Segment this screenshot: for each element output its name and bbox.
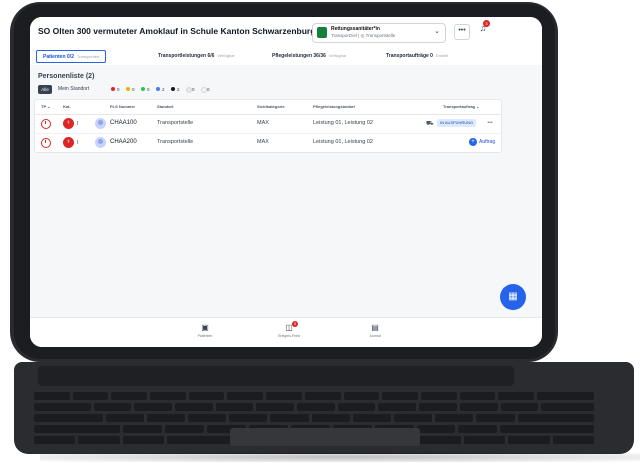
filter-count: 0 bbox=[207, 87, 210, 92]
filter-dot-yellow[interactable] bbox=[126, 87, 130, 91]
briefcase-icon: ▣ bbox=[201, 323, 209, 332]
filter-own-location[interactable]: Mein Standort bbox=[58, 85, 89, 94]
filter-count: 0 bbox=[147, 87, 150, 92]
shadow bbox=[40, 452, 640, 462]
filter-bar: Alle Mein Standort 0 0 0 2 2 0 0 bbox=[38, 85, 338, 95]
tab-label: Patienten 0/2 bbox=[43, 54, 74, 60]
col-pls: PLS Nummer bbox=[110, 104, 136, 109]
truck-icon: ⛟ bbox=[426, 121, 434, 127]
nav-journal[interactable]: ▤ Journal bbox=[350, 323, 400, 338]
status-badge: IN AUSFÜHRUNG bbox=[437, 119, 477, 127]
clock-icon bbox=[41, 138, 51, 148]
trackpad bbox=[230, 428, 420, 446]
more-menu-button[interactable]: ••• bbox=[454, 24, 470, 40]
chat-icon: ◫ bbox=[285, 323, 293, 332]
tab-patienten[interactable]: Patienten 0/2 Transportiert bbox=[36, 50, 107, 63]
patient-table: TP ⌄ Kat. PLS Nummer Standort Sichtkateg… bbox=[34, 99, 502, 153]
row-more-button[interactable]: ••• bbox=[485, 119, 495, 127]
tab-transportauftraege[interactable]: Transportaufträge 0 Erstellt bbox=[386, 50, 448, 61]
category-badge-icon: ⚕ bbox=[63, 118, 74, 129]
col-pflege: Pflegeleistungsbedarf bbox=[313, 104, 355, 109]
journal-icon: ▤ bbox=[371, 323, 379, 332]
filter-dot-green[interactable] bbox=[141, 87, 145, 91]
app-screen: SO Olten 300 vermuteter Amoklauf in Schu… bbox=[30, 17, 542, 347]
filter-dot-blue[interactable] bbox=[156, 87, 160, 91]
create-auftrag-button[interactable]: + Auftrag bbox=[469, 138, 495, 147]
nav-label: Ereignis-Feed bbox=[278, 334, 300, 338]
pflege-cell: Leistung 01, Leistung 02 bbox=[313, 139, 373, 145]
filter-count: 2 bbox=[177, 87, 180, 92]
table-header: TP ⌄ Kat. PLS Nummer Standort Sichtkateg… bbox=[35, 100, 501, 115]
top-bar: SO Olten 300 vermuteter Amoklauf in Schu… bbox=[30, 17, 542, 48]
filter-count: 0 bbox=[192, 87, 195, 92]
pls-number: CHAA200 bbox=[110, 139, 137, 145]
auftrag-label: Auftrag bbox=[479, 139, 496, 145]
filter-count: 2 bbox=[162, 87, 165, 92]
ambulance-icon bbox=[317, 27, 327, 38]
bottom-nav: ▣ Patienten ◫ 3 Ereignis-Feed ▤ Journal bbox=[30, 317, 542, 347]
avatar bbox=[95, 137, 106, 148]
table-row[interactable]: ⚕ I CHAA100 Transportstelle MAX Leistung… bbox=[35, 115, 501, 134]
role-selector[interactable]: Rettungssanitäter*in Transportziel | ◎ T… bbox=[312, 23, 446, 43]
list-title: Personenliste (2) bbox=[38, 73, 95, 80]
nav-label: Journal bbox=[369, 334, 381, 338]
category-level: I bbox=[77, 140, 79, 146]
tab-sub: Verfügbar bbox=[217, 53, 235, 58]
tab-label: Pflegeleistungen 36/36 bbox=[272, 53, 326, 59]
filter-count: 0 bbox=[117, 87, 120, 92]
tab-sub: Verfügbar bbox=[328, 53, 347, 58]
col-kat: Kat. bbox=[63, 104, 71, 109]
standort-cell: Transportstelle bbox=[157, 139, 194, 145]
avatar bbox=[95, 118, 106, 129]
category-level: I bbox=[77, 121, 79, 127]
tab-sub: Transportiert bbox=[76, 54, 100, 59]
page-title: SO Olten 300 vermuteter Amoklauf in Schu… bbox=[38, 26, 316, 36]
pflege-cell: Leistung 01, Leistung 02 bbox=[313, 120, 373, 126]
filter-dot-black[interactable] bbox=[171, 87, 175, 91]
filter-all-chip[interactable]: Alle bbox=[38, 85, 52, 94]
notification-badge: 3 bbox=[483, 20, 490, 27]
pls-number: CHAA100 bbox=[110, 120, 137, 126]
tab-label: Transportleistungen 6/6 bbox=[158, 53, 215, 59]
tab-transportleistungen[interactable]: Transportleistungen 6/6 Verfügbar bbox=[158, 50, 235, 61]
tab-bar: Patienten 0/2 Transportiert Transportleis… bbox=[30, 47, 542, 65]
nav-badge: 3 bbox=[292, 321, 298, 327]
tab-label: Transportaufträge 0 bbox=[386, 53, 433, 59]
table-row[interactable]: ⚕ I CHAA200 Transportstelle MAX Leistung… bbox=[35, 134, 501, 152]
role-name: Rettungssanitäter*in bbox=[331, 26, 380, 32]
clock-icon bbox=[41, 119, 51, 129]
col-sichtung: Sichtkategorie bbox=[257, 104, 285, 109]
qr-scan-button[interactable]: ▦ bbox=[500, 284, 526, 310]
tab-sub: Erstellt bbox=[435, 53, 449, 58]
sichtung-cell: MAX bbox=[257, 120, 269, 126]
role-subtitle: Transportziel | ◎ Transportstelle bbox=[331, 33, 396, 38]
col-auftrag[interactable]: Transportauftrag ⌄ bbox=[443, 104, 479, 109]
sichtung-cell: MAX bbox=[257, 139, 269, 145]
standort-cell: Transportstelle bbox=[157, 120, 194, 126]
col-standort: Standort bbox=[157, 104, 174, 109]
nav-label: Patienten bbox=[197, 334, 213, 338]
col-tp[interactable]: TP ⌄ bbox=[41, 104, 51, 109]
keyboard-hinge bbox=[38, 366, 514, 386]
chevron-down-icon: ⌄ bbox=[434, 28, 440, 35]
filter-dot-red[interactable] bbox=[111, 87, 115, 91]
category-badge-icon: ⚕ bbox=[63, 137, 74, 148]
qr-code-icon: ▦ bbox=[508, 291, 518, 302]
filter-count: 0 bbox=[132, 87, 135, 92]
plus-icon: + bbox=[469, 138, 477, 146]
nav-patienten[interactable]: ▣ Patienten bbox=[180, 323, 230, 338]
tab-pflegeleistungen[interactable]: Pflegeleistungen 36/36 Verfügbar bbox=[272, 50, 346, 61]
nav-ereignis-feed[interactable]: ◫ 3 Ereignis-Feed bbox=[264, 321, 314, 338]
